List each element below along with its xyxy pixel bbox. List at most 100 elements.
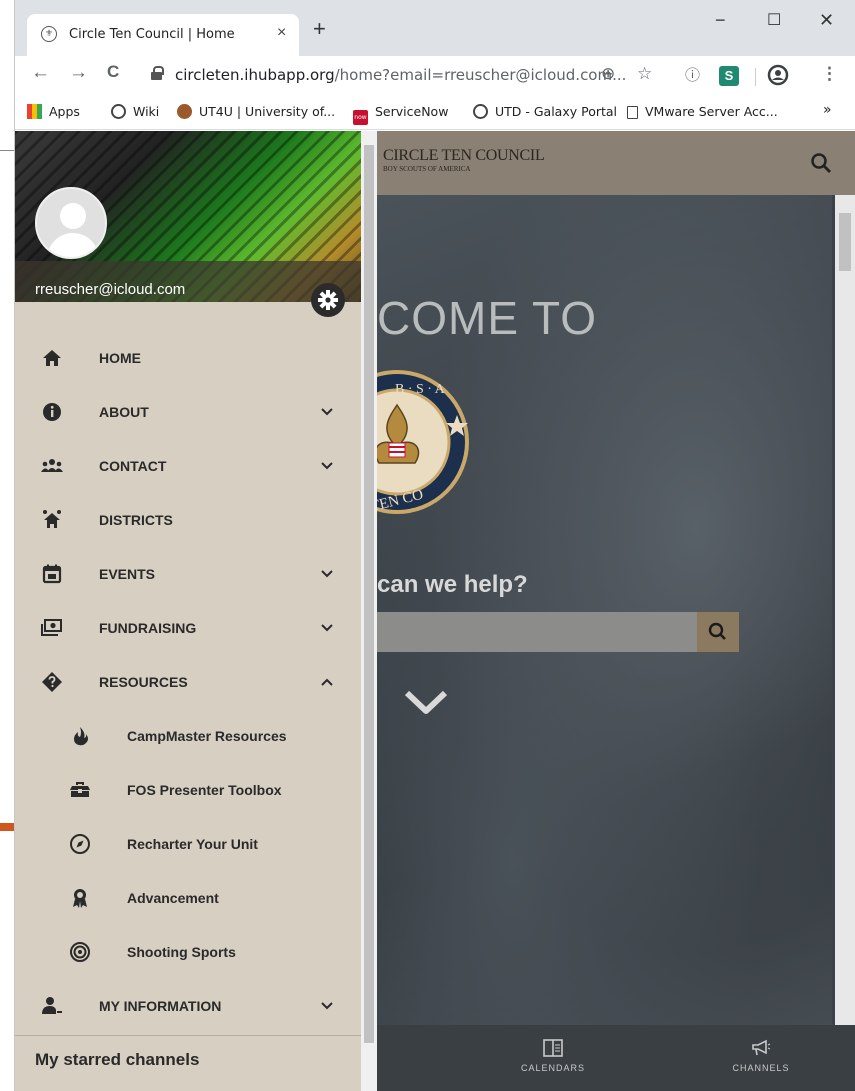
toolbox-icon (70, 782, 90, 797)
drawer-header: rreuscher@icloud.com (15, 131, 361, 317)
avatar[interactable] (35, 187, 107, 259)
menu-item-home[interactable]: HOME (15, 331, 361, 385)
lock-icon (151, 66, 164, 80)
chevron-down-icon[interactable] (320, 567, 334, 581)
nav-drawer: rreuscher@icloud.com HOME ABOUT CONTACT (15, 131, 361, 1091)
site-search-input[interactable] (377, 612, 697, 652)
site-brand[interactable]: CIRCLE TEN COUNCIL (383, 147, 545, 165)
frame-line (0, 150, 14, 151)
welcome-heading: COME TO (377, 292, 597, 344)
university-seal-icon (177, 104, 192, 119)
menu-label: Advancement (127, 890, 219, 906)
menu-label: EVENTS (99, 566, 156, 582)
person-icon (42, 997, 62, 1014)
menu-item-districts[interactable]: DISTRICTS (15, 493, 361, 547)
menu-item-events[interactable]: EVENTS (15, 547, 361, 601)
page-scrollbar[interactable] (835, 195, 855, 1025)
menu-label: RESOURCES (99, 674, 188, 690)
starred-channels-heading: My starred channels (35, 1050, 200, 1069)
bookmark-wiki[interactable]: Wiki (111, 104, 159, 119)
bookmarks-overflow-icon[interactable]: » (823, 102, 832, 118)
menu-label: Shooting Sports (127, 944, 236, 960)
reload-button[interactable]: C (107, 62, 119, 82)
address-bar[interactable]: circleten.ihubapp.org/home?email=rreusch… (145, 60, 665, 90)
bookmark-ut4u[interactable]: UT4U | University of... (177, 104, 335, 119)
site-brand-sub: BOY SCOUTS OF AMERICA (383, 165, 471, 173)
drawer-scrollbar[interactable] (361, 131, 377, 1091)
house-people-icon (43, 510, 61, 528)
megaphone-icon (752, 1039, 771, 1056)
bookmark-star-icon[interactable]: ☆ (637, 64, 652, 84)
menu-label: FUNDRAISING (99, 620, 197, 636)
tab-title: Circle Ten Council | Home (69, 27, 235, 42)
bookmark-utd[interactable]: UTD - Galaxy Portal (473, 104, 617, 119)
minimize-button[interactable]: − (715, 10, 726, 31)
close-window-button[interactable]: ✕ (819, 10, 834, 31)
search-icon[interactable] (809, 151, 833, 175)
gear-icon (318, 290, 338, 310)
channels-tab[interactable]: CHANNELS (711, 1039, 811, 1073)
submenu-item-shooting-sports[interactable]: Shooting Sports (15, 925, 361, 979)
menu-kebab-icon[interactable]: ⋮ (821, 64, 838, 84)
back-button[interactable]: ← (31, 62, 50, 84)
info-icon (43, 403, 61, 421)
chevron-up-icon[interactable] (320, 675, 334, 689)
scroll-down-chevron-icon[interactable] (403, 687, 449, 717)
menu-label: MY INFORMATION (99, 998, 222, 1014)
bookmark-apps[interactable]: Apps (27, 104, 80, 119)
page-viewport: CIRCLE TEN COUNCIL BOY SCOUTS OF AMERICA… (15, 131, 855, 1091)
chevron-down-icon[interactable] (320, 459, 334, 473)
bsa-seal-logo: B · S · A TEN CO (377, 370, 469, 515)
settings-button[interactable] (311, 283, 345, 317)
profile-icon[interactable] (767, 64, 789, 86)
servicenow-icon: now (353, 110, 368, 125)
bottom-nav: CALENDARS CHANNELS (377, 1025, 855, 1091)
maximize-button[interactable]: ☐ (767, 10, 781, 30)
add-install-icon[interactable]: ⊕ (601, 64, 615, 84)
menu-item-resources[interactable]: RESOURCES (15, 655, 361, 709)
seal-top-text: B · S · A (395, 382, 446, 397)
chevron-down-icon[interactable] (320, 999, 334, 1013)
submenu-item-advancement[interactable]: Advancement (15, 871, 361, 925)
apps-grid-icon (27, 104, 42, 119)
menu-item-contact[interactable]: CONTACT (15, 439, 361, 493)
menu-label: CONTACT (99, 458, 167, 474)
target-icon (70, 942, 90, 962)
document-icon (627, 106, 638, 119)
submenu-item-campmaster[interactable]: CampMaster Resources (15, 709, 361, 763)
bookmark-vmware[interactable]: VMware Server Acc... (627, 104, 778, 119)
home-icon (43, 350, 61, 366)
forward-button[interactable]: → (69, 62, 88, 84)
url-text: circleten.ihubapp.org/home?email=rreusch… (175, 66, 627, 84)
money-icon (41, 619, 62, 636)
browser-tab[interactable]: ⚜ Circle Ten Council | Home × (27, 14, 299, 56)
extension-icon[interactable]: ⓘ (685, 64, 700, 85)
site-search-button[interactable] (697, 612, 739, 652)
submenu-item-recharter[interactable]: Recharter Your Unit (15, 817, 361, 871)
globe-icon (473, 104, 488, 119)
chevron-down-icon[interactable] (320, 405, 334, 419)
people-icon (41, 459, 63, 472)
site-favicon-icon: ⚜ (41, 26, 57, 42)
help-heading: can we help? (377, 571, 528, 598)
menu-label: HOME (99, 350, 141, 366)
calendars-tab[interactable]: CALENDARS (503, 1039, 603, 1073)
menu-item-fundraising[interactable]: FUNDRAISING (15, 601, 361, 655)
fire-icon (74, 727, 88, 746)
chevron-down-icon[interactable] (320, 621, 334, 635)
tab-strip: ⚜ Circle Ten Council | Home × + − ☐ ✕ (15, 0, 855, 56)
menu-label: DISTRICTS (99, 512, 173, 528)
bookmark-servicenow[interactable]: now ServiceNow (353, 104, 448, 125)
extension-s-icon[interactable]: S (719, 66, 739, 86)
tab-close-icon[interactable]: × (277, 24, 286, 42)
submenu-item-fos-toolbox[interactable]: FOS Presenter Toolbox (15, 763, 361, 817)
bookmarks-bar: Apps Wiki UT4U | University of... now Ser… (15, 94, 855, 130)
drawer-scrollbar-thumb[interactable] (364, 145, 374, 1043)
menu-item-my-information[interactable]: MY INFORMATION (15, 979, 361, 1033)
calendars-label: CALENDARS (520, 1063, 585, 1073)
page-scrollbar-thumb[interactable] (839, 213, 851, 271)
calendar-icon (42, 564, 62, 584)
menu-label: ABOUT (99, 404, 149, 420)
new-tab-button[interactable]: + (313, 16, 326, 42)
menu-item-about[interactable]: ABOUT (15, 385, 361, 439)
